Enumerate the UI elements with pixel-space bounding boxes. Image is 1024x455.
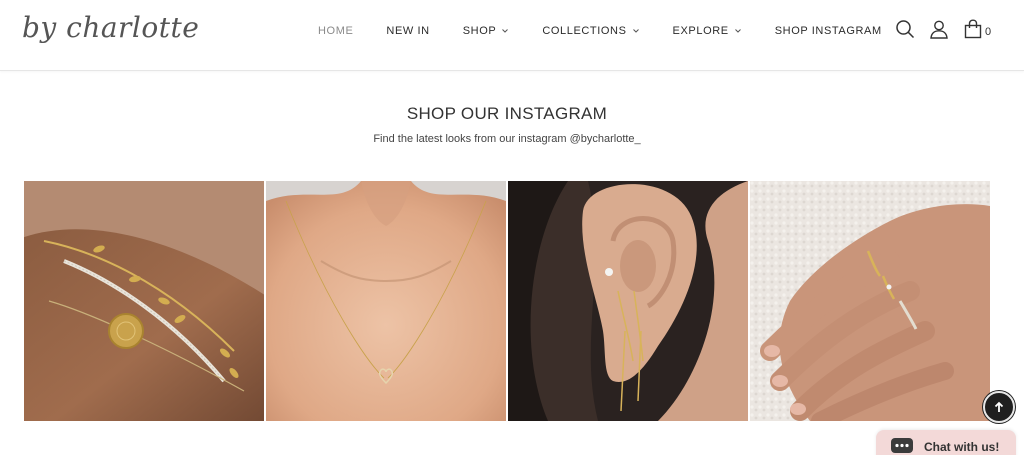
section-subtitle: Find the latest looks from our instagram… <box>373 133 641 145</box>
necklace-photo <box>266 181 506 421</box>
earrings-photo <box>508 181 748 421</box>
instagram-gallery <box>24 181 990 421</box>
nav-shop[interactable]: SHOP <box>463 24 510 38</box>
search-icon[interactable] <box>894 18 916 40</box>
instagram-post-bracelets[interactable] <box>24 181 264 421</box>
bracelets-photo <box>24 181 264 421</box>
section-title: SHOP OUR INSTAGRAM <box>406 104 608 123</box>
nav-shop-instagram[interactable]: SHOP INSTAGRAM <box>775 24 882 38</box>
arrow-up-icon <box>994 401 1004 412</box>
shopping-bag-icon[interactable] <box>962 18 984 40</box>
rings-photo <box>750 181 990 421</box>
nav-explore-label: EXPLORE <box>672 25 729 37</box>
nav-explore[interactable]: EXPLORE <box>673 24 742 38</box>
chevron-down-icon <box>734 29 741 33</box>
nav-new-in-label: NEW IN <box>386 25 430 37</box>
instagram-post-necklace[interactable] <box>266 181 506 421</box>
site-header: by charlotte HOME NEW IN SHOP COLLECTION… <box>0 0 1024 71</box>
nav-shop-instagram-label: SHOP INSTAGRAM <box>774 25 882 37</box>
instagram-post-earrings[interactable] <box>508 181 748 421</box>
nav-shop-label: SHOP <box>462 25 497 37</box>
main-nav: HOME NEW IN SHOP COLLECTIONS EXPLORE SHO… <box>318 24 882 38</box>
chat-widget-button[interactable]: Chat with us! <box>876 430 1016 455</box>
nav-new-in[interactable]: NEW IN <box>386 24 429 38</box>
brand-logo[interactable]: by charlotte <box>22 11 199 44</box>
nav-home-label: HOME <box>318 25 354 37</box>
nav-collections-label: COLLECTIONS <box>542 25 627 37</box>
user-icon[interactable] <box>928 18 950 40</box>
nav-collections[interactable]: COLLECTIONS <box>542 24 639 38</box>
nav-home[interactable]: HOME <box>318 24 353 38</box>
header-icons: 0 <box>894 18 991 40</box>
cart-count-badge: 0 <box>985 26 992 38</box>
chevron-down-icon <box>502 29 509 33</box>
back-to-top-button[interactable] <box>983 391 1015 423</box>
chat-label: Chat with us! <box>924 440 1000 454</box>
instagram-post-rings[interactable] <box>750 181 990 421</box>
chat-bubble-icon <box>891 438 913 453</box>
chevron-down-icon <box>632 29 639 33</box>
